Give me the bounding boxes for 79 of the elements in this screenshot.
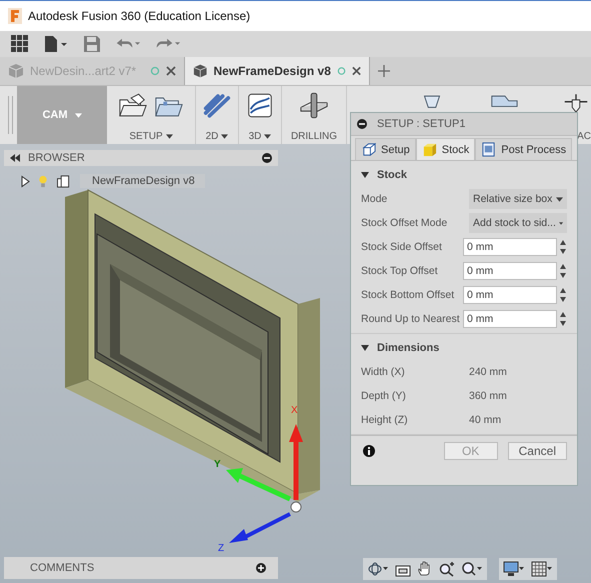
zoom-icon[interactable] (439, 561, 455, 577)
section-toggle-icon[interactable] (361, 171, 369, 179)
drill-icon[interactable] (299, 92, 329, 119)
dialog-tab[interactable]: Setup (355, 138, 416, 160)
panel-title: BROWSER (28, 152, 86, 164)
cube-icon (193, 63, 208, 79)
close-icon[interactable] (352, 66, 362, 76)
file-menu-icon[interactable] (43, 35, 69, 53)
field-label: Stock Offset Mode (361, 217, 448, 229)
section-toggle-icon[interactable] (361, 344, 369, 352)
cube-icon (422, 142, 437, 157)
dimension-value: 360 mm (469, 390, 507, 402)
axis-label: X (291, 406, 298, 416)
ribbon-group-label[interactable]: 2D (206, 131, 228, 142)
document-tab[interactable]: NewFrameDesign v8 (185, 57, 370, 85)
dimension-value: 240 mm (469, 366, 507, 378)
apps-grid-icon[interactable] (11, 35, 29, 53)
ribbon-group-label[interactable]: 3D (248, 131, 272, 142)
dropdown-field[interactable]: Relative size box (469, 189, 567, 209)
zoom-window-icon[interactable] (461, 561, 483, 577)
minus-circle-icon[interactable] (357, 119, 367, 129)
field-label: Stock Bottom Offset (361, 289, 456, 301)
field-label: Round Up to Nearest (361, 313, 461, 325)
field-label: Width (X) (361, 366, 406, 378)
box-icon (361, 142, 376, 157)
dialog-button[interactable]: Cancel (508, 442, 567, 460)
input-field[interactable]: 0 mm (463, 262, 557, 280)
field-label: Height (Z) (361, 414, 409, 426)
section-title: Stock (377, 169, 407, 181)
orbit-icon[interactable] (367, 561, 389, 577)
component-icon (56, 174, 72, 188)
info-icon[interactable] (363, 445, 375, 457)
field-label: Mode (361, 193, 388, 205)
dropdown-field[interactable]: Add stock to sid... (469, 213, 567, 233)
caret-icon (556, 196, 563, 202)
app-logo-icon (8, 8, 22, 24)
dimension-value: 40 mm (469, 414, 502, 426)
spinner-arrows-icon[interactable] (559, 310, 567, 328)
collapse-icon[interactable] (10, 154, 20, 162)
input-field[interactable]: 0 mm (463, 286, 557, 304)
window-title: Autodesk Fusion 360 (Education License) (28, 9, 250, 23)
status-circle-icon (150, 66, 160, 76)
caret-icon[interactable] (221, 134, 228, 139)
dialog-tab[interactable]: Stock (416, 138, 476, 160)
status-circle-icon (336, 66, 346, 76)
add-circle-icon[interactable] (256, 563, 266, 573)
ribbon-group-label[interactable]: DRILLING (290, 131, 338, 142)
monitor-icon[interactable] (503, 561, 525, 577)
minus-circle-icon[interactable] (262, 153, 272, 163)
close-icon[interactable] (166, 66, 176, 76)
expand-triangle-icon[interactable] (20, 174, 30, 188)
dialog-tab[interactable]: Post Process (475, 138, 572, 160)
tab-label: NewFrameDesign v8 (214, 64, 331, 78)
caret-icon (558, 220, 563, 226)
grid-icon[interactable] (531, 561, 553, 577)
add-tab-icon[interactable] (378, 65, 390, 77)
spinner-arrows-icon[interactable] (559, 286, 567, 304)
save-icon[interactable] (83, 35, 101, 53)
spinner-arrows-icon[interactable] (559, 262, 567, 280)
dialog-title: SETUP : SETUP1 (377, 118, 466, 130)
caret-icon[interactable] (166, 134, 173, 139)
ribbon-group-label[interactable]: SETUP (129, 131, 173, 142)
spinner-arrows-icon[interactable] (559, 238, 567, 256)
document-icon (481, 142, 496, 157)
field-label: Stock Top Offset (361, 265, 439, 277)
axis-label: Y (214, 460, 221, 470)
ribbon-group-label[interactable]: AC (577, 131, 591, 142)
caret-icon[interactable] (264, 134, 272, 139)
input-field[interactable]: 0 mm (463, 310, 557, 328)
browser-item[interactable]: NewFrameDesign v8 (80, 174, 205, 188)
cube-icon (8, 63, 24, 79)
field-label: Stock Side Offset (361, 241, 443, 253)
axis-label: Z (218, 544, 224, 554)
panel-title: COMMENTS (30, 562, 96, 574)
input-field[interactable]: 0 mm (463, 238, 557, 256)
field-label: Depth (Y) (361, 390, 407, 402)
section-title: Dimensions (377, 342, 440, 354)
folder-icon[interactable] (118, 92, 148, 119)
toolpath-icon[interactable] (202, 92, 232, 119)
